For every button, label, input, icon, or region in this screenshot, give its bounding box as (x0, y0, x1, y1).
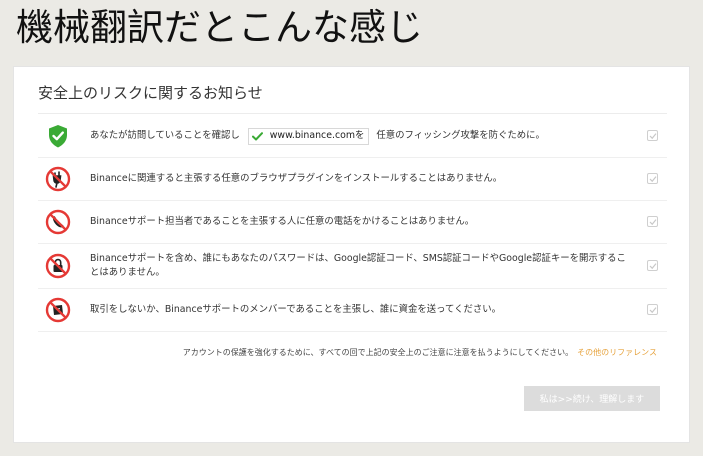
green-check-icon (251, 131, 263, 140)
check-icon (649, 263, 657, 270)
url-text: www.binance.comを (269, 130, 365, 141)
notice-item-text: 取引をしないか、Binanceサポートのメンバーであることを主張し、誰に資金を送… (90, 304, 501, 315)
notice-item-text: あなたが訪問していることを確認し www.binance.comを 任意のフィッ… (90, 115, 633, 157)
check-icon (649, 219, 657, 226)
no-money-transfer-icon (45, 297, 71, 323)
safety-footnote: アカウントの保護を強化するために、すべての回で上記の安全上のご注意に注意を払うよ… (183, 347, 657, 358)
notice-item-text: Binanceに関連すると主張する任意のブラウザプラグインをインストールすること… (90, 173, 503, 184)
notice-item-text: Binanceサポート担当者であることを主張する人に任意の電話をかけることはあり… (90, 216, 475, 227)
panel-title: 安全上のリスクに関するお知らせ (38, 84, 263, 102)
acknowledge-checkbox[interactable] (647, 260, 658, 271)
acknowledge-checkbox[interactable] (647, 130, 658, 141)
banner-caption: 機械翻訳だとこんな感じ (16, 6, 423, 49)
continue-understand-button[interactable]: 私は>>続け、理解します (524, 386, 660, 411)
notice-item-no-password: Binanceサポートを含め、誰にもあなたのパスワードは、Google認証コード… (38, 244, 667, 289)
notice-item-no-phone: Binanceサポート担当者であることを主張する人に任意の電話をかけることはあり… (38, 201, 667, 244)
no-plugin-icon (45, 166, 71, 192)
title-divider (38, 113, 667, 114)
no-password-sharing-icon (45, 253, 71, 279)
notice-item-no-money-transfer: 取引をしないか、Binanceサポートのメンバーであることを主張し、誰に資金を送… (38, 289, 667, 332)
notice-item-no-plugin: Binanceに関連すると主張する任意のブラウザプラグインをインストールすること… (38, 158, 667, 201)
acknowledge-checkbox[interactable] (647, 216, 658, 227)
notice-item-text: Binanceサポートを含め、誰にもあなたのパスワードは、Google認証コード… (90, 253, 626, 278)
no-phone-call-icon (45, 209, 71, 235)
security-notice-panel: 安全上のリスクに関するお知らせ あなたが訪問していることを確認し www.bin… (13, 66, 690, 443)
green-shield-check-icon (49, 125, 67, 148)
footnote-text: アカウントの保護を強化するために、すべての回で上記の安全上のご注意に注意を払うよ… (182, 348, 574, 357)
other-references-link[interactable]: その他のリファレンス (577, 348, 657, 357)
acknowledge-checkbox[interactable] (647, 304, 658, 315)
check-icon (649, 133, 657, 140)
check-icon (649, 176, 657, 183)
notice-item-verify-url: あなたが訪問していることを確認し www.binance.comを 任意のフィッ… (38, 115, 667, 158)
notice-item-text-after: 任意のフィッシング攻撃を防ぐために。 (376, 130, 545, 141)
notice-item-text-before: あなたが訪問していることを確認し (90, 130, 240, 141)
check-icon (649, 307, 657, 314)
url-badge: www.binance.comを (247, 127, 370, 145)
acknowledge-checkbox[interactable] (647, 173, 658, 184)
